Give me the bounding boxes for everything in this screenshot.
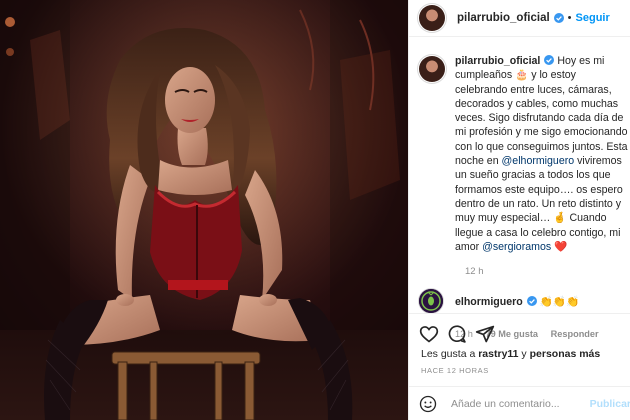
verified-badge-icon: [553, 13, 564, 23]
likes-prefix: Les gusta a: [421, 348, 479, 360]
likes-middle: y: [518, 348, 530, 360]
post-timestamp[interactable]: HACE 12 HORAS: [421, 366, 489, 375]
add-comment-bar: Publicar: [409, 386, 630, 420]
comment-input[interactable]: [449, 397, 590, 411]
author-username[interactable]: pilarrubio_oficial: [457, 12, 550, 24]
post-photo[interactable]: [0, 0, 408, 420]
liker-username[interactable]: rastry11: [478, 348, 518, 360]
action-icons: [409, 314, 630, 352]
verified-badge-icon: [526, 296, 537, 307]
likes-others-link[interactable]: personas más: [530, 348, 601, 360]
header-separator: •: [567, 12, 572, 24]
verified-badge-icon: [544, 55, 555, 65]
caption-text: pilarrubio_oficial Hoy es mi cumpleaños …: [455, 48, 630, 254]
post-actions: Les gusta a rastry11 y personas más HACE…: [409, 313, 630, 375]
smiley-emoji-icon[interactable]: [419, 395, 437, 413]
comment-author[interactable]: elhormiguero: [455, 296, 523, 308]
publish-button[interactable]: Publicar: [590, 398, 630, 410]
caption-time[interactable]: 12 h: [465, 266, 630, 277]
heart-icon[interactable]: [419, 324, 439, 344]
ant-logo-icon: [419, 289, 443, 314]
comments-list: pilarrubio_oficial Hoy es mi cumpleaños …: [409, 48, 630, 345]
likes-summary: Les gusta a rastry11 y personas más: [421, 348, 600, 360]
comment-bubble-icon[interactable]: [447, 324, 467, 344]
post-photo-image: [0, 0, 408, 420]
mention-sergioramos[interactable]: @sergioramos: [482, 241, 551, 253]
caption-text-part1: Hoy es mi cumpleaños 🎂 y lo estoy celebr…: [455, 55, 628, 168]
author-avatar[interactable]: [419, 5, 445, 31]
paper-plane-icon[interactable]: [475, 324, 495, 344]
instagram-post-view: pilarrubio_oficial • Seguir pilarrubio_o…: [0, 0, 630, 420]
caption: pilarrubio_oficial Hoy es mi cumpleaños …: [409, 48, 630, 277]
caption-text-part3: ❤️: [551, 240, 568, 253]
commenter-avatar[interactable]: [419, 289, 443, 314]
post-side-panel: pilarrubio_oficial • Seguir pilarrubio_o…: [408, 0, 630, 420]
follow-button[interactable]: Seguir: [576, 12, 610, 24]
post-header: pilarrubio_oficial • Seguir: [409, 0, 630, 37]
caption-text-part2: viviremos un sueño gracias a todos los q…: [455, 155, 623, 253]
comment-body: 👏👏👏: [539, 296, 580, 309]
comment-text: elhormiguero 👏👏👏: [455, 295, 579, 308]
caption-author[interactable]: pilarrubio_oficial: [455, 55, 540, 67]
mention-elhormiguero[interactable]: @elhormiguero: [502, 155, 575, 167]
caption-author-avatar[interactable]: [419, 56, 445, 82]
